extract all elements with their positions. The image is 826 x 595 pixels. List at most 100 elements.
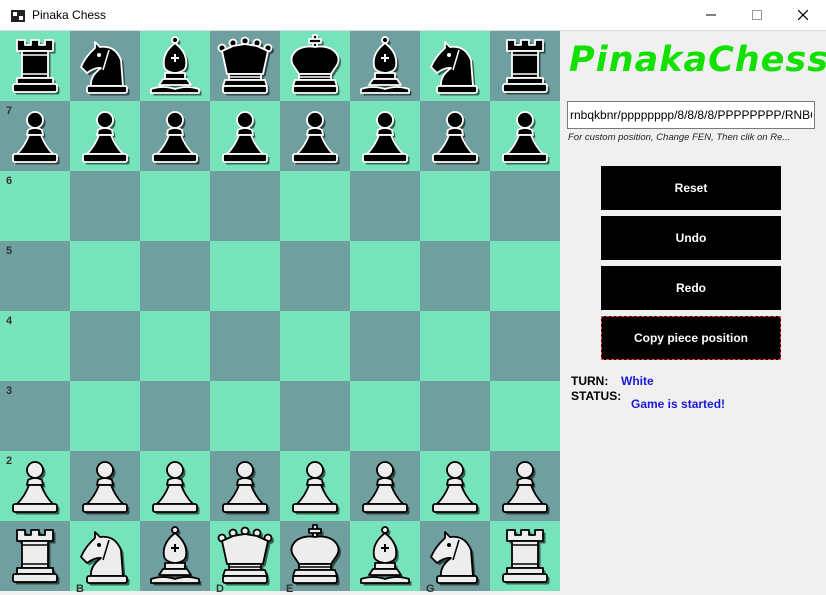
board-square[interactable] [280, 451, 350, 521]
board-square[interactable] [140, 311, 210, 381]
board-square[interactable] [280, 171, 350, 241]
redo-button[interactable]: Redo [601, 266, 781, 310]
black-rook-icon[interactable] [3, 34, 67, 98]
board-square[interactable] [0, 31, 70, 101]
fen-input[interactable] [567, 101, 815, 129]
board-square[interactable] [350, 451, 420, 521]
copy-piece-position-button[interactable]: Copy piece position [601, 316, 781, 360]
board-square[interactable]: B [70, 521, 140, 595]
close-button[interactable] [780, 0, 826, 30]
board-square[interactable] [420, 241, 490, 311]
board-square[interactable] [210, 31, 280, 101]
board-square[interactable] [70, 171, 140, 241]
board-square[interactable] [70, 451, 140, 521]
board-square[interactable] [70, 311, 140, 381]
board-square[interactable] [140, 241, 210, 311]
board-square[interactable] [490, 381, 560, 451]
board-square[interactable] [350, 311, 420, 381]
black-pawn-icon[interactable] [493, 104, 557, 168]
white-bishop-icon[interactable] [353, 524, 417, 588]
minimize-button[interactable] [688, 0, 734, 30]
black-knight-icon[interactable] [423, 34, 487, 98]
maximize-button[interactable] [734, 0, 780, 30]
white-bishop-icon[interactable] [143, 524, 207, 588]
board-square[interactable] [350, 381, 420, 451]
black-rook-icon[interactable] [493, 34, 557, 98]
board-square[interactable]: D [210, 521, 280, 595]
black-queen-icon[interactable] [213, 34, 277, 98]
white-pawn-icon[interactable] [283, 454, 347, 518]
board-square[interactable] [0, 521, 70, 591]
board-square[interactable]: 5 [0, 241, 70, 311]
board-square[interactable] [490, 31, 560, 101]
board-square[interactable]: E [280, 521, 350, 595]
white-rook-icon[interactable] [493, 524, 557, 588]
board-square[interactable] [140, 171, 210, 241]
board-square[interactable] [490, 171, 560, 241]
board-square[interactable]: 3 [0, 381, 70, 451]
board-square[interactable] [350, 241, 420, 311]
board-square[interactable] [490, 451, 560, 521]
board-square[interactable] [210, 101, 280, 171]
board-square[interactable] [280, 31, 350, 101]
board-square[interactable] [280, 381, 350, 451]
black-pawn-icon[interactable] [73, 104, 137, 168]
black-bishop-icon[interactable] [143, 34, 207, 98]
black-pawn-icon[interactable] [423, 104, 487, 168]
board-square[interactable] [280, 101, 350, 171]
white-pawn-icon[interactable] [3, 454, 67, 518]
black-pawn-icon[interactable] [143, 104, 207, 168]
white-knight-icon[interactable] [423, 524, 487, 588]
board-square[interactable] [140, 521, 210, 591]
undo-button[interactable]: Undo [601, 216, 781, 260]
black-pawn-icon[interactable] [213, 104, 277, 168]
board-square[interactable]: 6 [0, 171, 70, 241]
board-square[interactable] [210, 451, 280, 521]
white-rook-icon[interactable] [3, 524, 67, 588]
white-pawn-icon[interactable] [73, 454, 137, 518]
board-square[interactable] [210, 311, 280, 381]
board-square[interactable] [140, 451, 210, 521]
board-square[interactable] [140, 381, 210, 451]
board-square[interactable] [140, 31, 210, 101]
black-pawn-icon[interactable] [3, 104, 67, 168]
black-pawn-icon[interactable] [283, 104, 347, 168]
board-square[interactable] [420, 311, 490, 381]
white-pawn-icon[interactable] [423, 454, 487, 518]
reset-button[interactable]: Reset [601, 166, 781, 210]
board-square[interactable] [350, 31, 420, 101]
white-pawn-icon[interactable] [493, 454, 557, 518]
board-square[interactable] [280, 311, 350, 381]
board-square[interactable] [350, 521, 420, 591]
black-knight-icon[interactable] [73, 34, 137, 98]
board-square[interactable] [280, 241, 350, 311]
board-square[interactable] [490, 311, 560, 381]
board-square[interactable]: 2 [0, 451, 70, 521]
board-square[interactable] [70, 381, 140, 451]
black-king-icon[interactable] [283, 34, 347, 98]
white-pawn-icon[interactable] [353, 454, 417, 518]
board-square[interactable]: 4 [0, 311, 70, 381]
white-pawn-icon[interactable] [213, 454, 277, 518]
board-square[interactable] [490, 241, 560, 311]
black-pawn-icon[interactable] [353, 104, 417, 168]
white-pawn-icon[interactable] [143, 454, 207, 518]
board-square[interactable]: 7 [0, 101, 70, 171]
board-square[interactable] [420, 171, 490, 241]
board-square[interactable] [140, 101, 210, 171]
board-square[interactable] [490, 521, 560, 591]
board-square[interactable] [350, 171, 420, 241]
board-square[interactable] [420, 381, 490, 451]
board-square[interactable] [70, 31, 140, 101]
board-square[interactable] [70, 101, 140, 171]
board-square[interactable] [420, 101, 490, 171]
board-square[interactable]: G [420, 521, 490, 595]
board-square[interactable] [350, 101, 420, 171]
white-queen-icon[interactable] [213, 524, 277, 588]
board-square[interactable] [210, 171, 280, 241]
board-square[interactable] [70, 241, 140, 311]
board-square[interactable] [420, 451, 490, 521]
board-square[interactable] [420, 31, 490, 101]
board-square[interactable] [210, 241, 280, 311]
board-square[interactable] [210, 381, 280, 451]
